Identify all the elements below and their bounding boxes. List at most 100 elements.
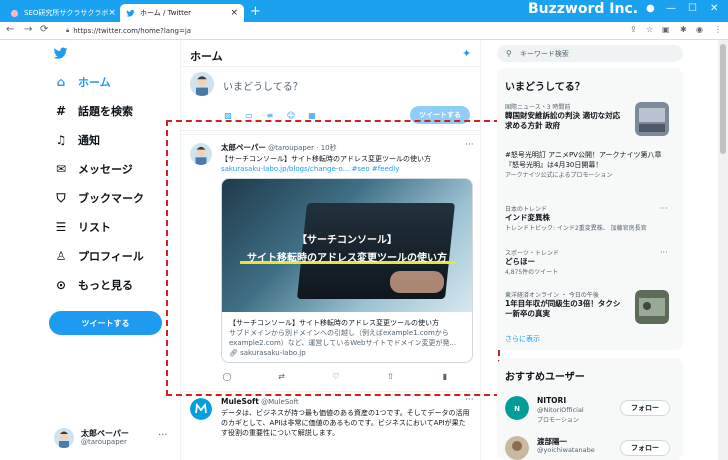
address-bar-row: ← → ⟳ 🔒︎ https://twitter.com/home?lang=j… [0, 22, 728, 40]
avatar [54, 428, 74, 448]
follow-item[interactable]: 渡部陽一 @yoichiwatanabe フォロー [505, 434, 683, 460]
avatar: N [505, 396, 529, 420]
show-more-link[interactable]: さらに表示 [505, 334, 540, 344]
trend-name: どらほー [505, 257, 535, 266]
sidebar-item-label: もっと見る [78, 279, 133, 292]
tab-twitter[interactable]: ホーム / Twitter × [120, 4, 244, 22]
sidebar-item-label: 通知 [78, 134, 100, 147]
trend-name: #怒号光明訂 アニメPV公開！アークナイツ第八章『怒号光明』は4月30日開幕！ [505, 151, 662, 169]
search-input[interactable]: ⚲ キーワード検索 [497, 45, 683, 62]
more-icon[interactable]: ··· [660, 248, 668, 257]
tweet-text: データは、ビジネスが持つ最も価値のある資産の1つです。そしてデータの活用のカギと… [221, 409, 470, 437]
more-icon[interactable]: ··· [660, 204, 668, 213]
tab-seo[interactable]: SEO研究所サクラサクラボ × [4, 4, 118, 22]
star-icon[interactable]: ☆ [646, 25, 653, 34]
follow-button[interactable]: フォロー [620, 440, 670, 456]
close-icon[interactable]: × [230, 8, 238, 18]
sidebar-item-label: リスト [78, 221, 111, 234]
follow-promo: プロモーション [537, 417, 579, 424]
sidebar-item-notifications[interactable]: ♫ 通知 [54, 130, 100, 150]
maximize-button[interactable]: ☐ [688, 3, 697, 14]
url-text: https://twitter.com/home?lang=ja [73, 27, 192, 35]
page-title: ホーム [190, 50, 223, 63]
tweet[interactable]: MuleSoft @MuleSoft ··· データは、ビジネスが持つ最も価値の… [181, 392, 481, 460]
svg-text:N: N [514, 405, 520, 413]
trend-name: 韓国財安維訴訟の判決 適切な対応求める方針 政府 [505, 111, 621, 130]
trend-sub: アークナイツ公式によるプロモーション [505, 172, 613, 179]
sidebar-item-more[interactable]: ⊙ もっと見る [54, 275, 133, 295]
tweet-header: MuleSoft @MuleSoft [221, 397, 299, 406]
search-placeholder: キーワード検索 [519, 49, 569, 58]
follow-item[interactable]: N NITORI @NitoriOfficial プロモーション フォロー [505, 394, 683, 428]
tweet-author-name[interactable]: MuleSoft [221, 397, 259, 406]
sidebar-item-explore[interactable]: # 話題を検索 [54, 101, 133, 121]
trend-item[interactable]: #怒号光明訂 アニメPV公開！アークナイツ第八章『怒号光明』は4月30日開幕！ … [505, 150, 675, 179]
back-icon[interactable]: ← [6, 24, 14, 35]
scrollbar-thumb[interactable] [720, 44, 726, 154]
puzzle-icon[interactable]: ✱ [680, 25, 687, 34]
follow-name: NITORI [537, 396, 567, 405]
avatar [190, 398, 212, 420]
sidebar-item-home[interactable]: ⌂ ホーム [54, 72, 111, 92]
tweet-author-handle: @MuleSoft [261, 398, 299, 406]
window-close-button[interactable]: ✕ [710, 3, 718, 14]
trend-item[interactable]: スポーツ・トレンド どらほー 4,875件のツイート ··· [505, 248, 675, 276]
trend-sub: トレンドトピック: インド2重変異株、 加藤官房長官 [505, 225, 647, 232]
lock-icon: 🔒︎ [66, 27, 70, 34]
trend-sub: 4,875件のツイート [505, 269, 559, 276]
trend-item[interactable]: 東洋経済オンライン ・ 今日の午後 1年目年収が同級生の3倍！タクシー新卒の真実 [505, 290, 675, 324]
mail-icon: ✉ [55, 162, 67, 176]
highlight-box [166, 120, 500, 396]
sparkle-icon[interactable]: ✦ [462, 47, 471, 60]
tweet-button[interactable]: ツイートする [49, 311, 162, 335]
sidebar-item-label: 話題を検索 [78, 105, 133, 118]
minimize-button[interactable]: — [666, 3, 676, 14]
sidebar-item-label: ブックマーク [78, 192, 144, 205]
trends-panel: いまどうしてる？ 国際ニュース・3 時間前 韓国財安維訴訟の判決 適切な対応求め… [497, 68, 683, 350]
account-handle: @taroupaper [81, 438, 127, 446]
more-icon[interactable]: ··· [158, 430, 168, 441]
twitter-logo-icon[interactable] [52, 46, 69, 61]
site-favicon-icon [10, 9, 19, 17]
follow-title: おすすめユーザー [505, 372, 585, 383]
account-switcher[interactable]: 太郎ペーパー @taroupaper ··· [54, 426, 174, 452]
sidebar-item-label: メッセージ [78, 163, 133, 176]
brand-watermark: Buzzword Inc. [528, 1, 639, 17]
search-icon: ⚲ [506, 49, 512, 58]
sidebar-item-label: プロフィール [78, 250, 144, 263]
profile-icon[interactable]: ● [646, 3, 655, 14]
sidebar-item-lists[interactable]: ☰ リスト [54, 217, 111, 237]
sidebar-item-bookmarks[interactable]: ⛉ ブックマーク [54, 188, 144, 208]
scrollbar[interactable] [718, 40, 728, 460]
trend-category: スポーツ・トレンド [505, 250, 559, 257]
new-tab-button[interactable]: + [250, 4, 261, 20]
trend-item[interactable]: 国際ニュース・3 時間前 韓国財安維訴訟の判決 適切な対応求める方針 政府 [505, 102, 675, 136]
sidebar-item-profile[interactable]: ♙ プロフィール [54, 246, 144, 266]
follow-button[interactable]: フォロー [620, 400, 670, 416]
trend-category: 日本のトレンド [505, 206, 548, 213]
trend-thumbnail [635, 102, 669, 136]
extension-icon[interactable]: ▣ [662, 25, 670, 34]
trend-item[interactable]: 日本のトレンド インド変異株 トレンドトピック: インド2重変異株、 加藤官房長… [505, 204, 675, 232]
reload-icon[interactable]: ⟳ [40, 24, 48, 35]
tab-label: ホーム / Twitter [140, 9, 192, 17]
left-sidebar: ⌂ ホーム # 話題を検索 ♫ 通知 ✉ メッセージ ⛉ ブックマーク ☰ リス… [0, 40, 180, 460]
compose-input[interactable]: いまどうしてる？ [223, 78, 303, 93]
close-icon[interactable]: × [108, 8, 116, 18]
who-to-follow-panel: おすすめユーザー N NITORI @NitoriOfficial プロモーショ… [497, 358, 683, 460]
more-icon[interactable]: ··· [465, 395, 474, 405]
forward-icon[interactable]: → [24, 24, 32, 35]
follow-handle: @NitoriOfficial [537, 406, 584, 414]
trend-name: インド変異株 [505, 213, 550, 222]
twitter-favicon-icon [126, 9, 135, 17]
url-input[interactable]: 🔒︎ https://twitter.com/home?lang=ja [58, 24, 672, 38]
trend-thumbnail [635, 290, 669, 324]
share-icon[interactable]: ⇪ [630, 25, 637, 34]
menu-kebab-icon[interactable]: ⋮ [714, 25, 722, 34]
account-icon[interactable]: ◉ [696, 25, 703, 34]
hashtag-icon: # [55, 104, 67, 118]
bookmark-icon: ⛉ [56, 190, 66, 205]
sidebar-item-messages[interactable]: ✉ メッセージ [54, 159, 133, 179]
avatar [190, 72, 214, 96]
person-icon: ♙ [55, 249, 67, 263]
